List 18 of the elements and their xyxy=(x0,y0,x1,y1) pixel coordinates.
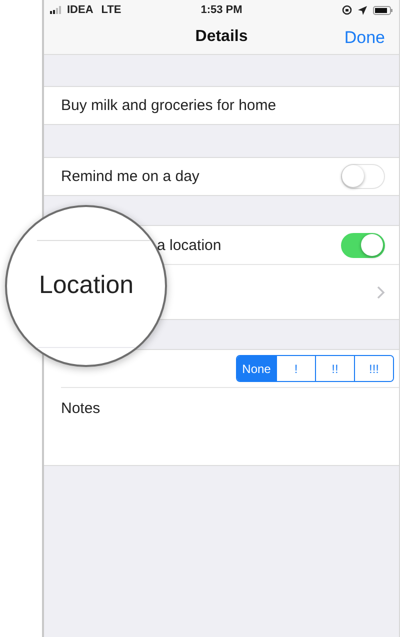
done-button[interactable]: Done xyxy=(342,26,387,50)
chevron-icon[interactable] xyxy=(377,286,385,298)
priority-segment[interactable]: None xyxy=(237,356,276,381)
rotation-lock-icon xyxy=(342,5,352,15)
toggle-switch[interactable] xyxy=(341,232,385,258)
toggle-switch[interactable] xyxy=(341,164,385,189)
location-arrow-icon xyxy=(358,6,367,14)
carrier-label: IDEA xyxy=(67,4,94,16)
priority-segment[interactable]: !!! xyxy=(354,356,393,381)
signal-icon xyxy=(50,6,63,14)
clock-time: 1:53 PM xyxy=(200,4,242,16)
magnified-label: Location xyxy=(39,271,134,300)
battery-icon xyxy=(372,6,393,14)
screen-title: Details xyxy=(195,28,248,46)
title-field[interactable]: Buy milk and groceries for home xyxy=(44,87,399,125)
network-label: LTE xyxy=(101,4,122,16)
toggle-label: Remind me on a day xyxy=(61,168,200,185)
toggle-label: a location xyxy=(157,236,222,254)
